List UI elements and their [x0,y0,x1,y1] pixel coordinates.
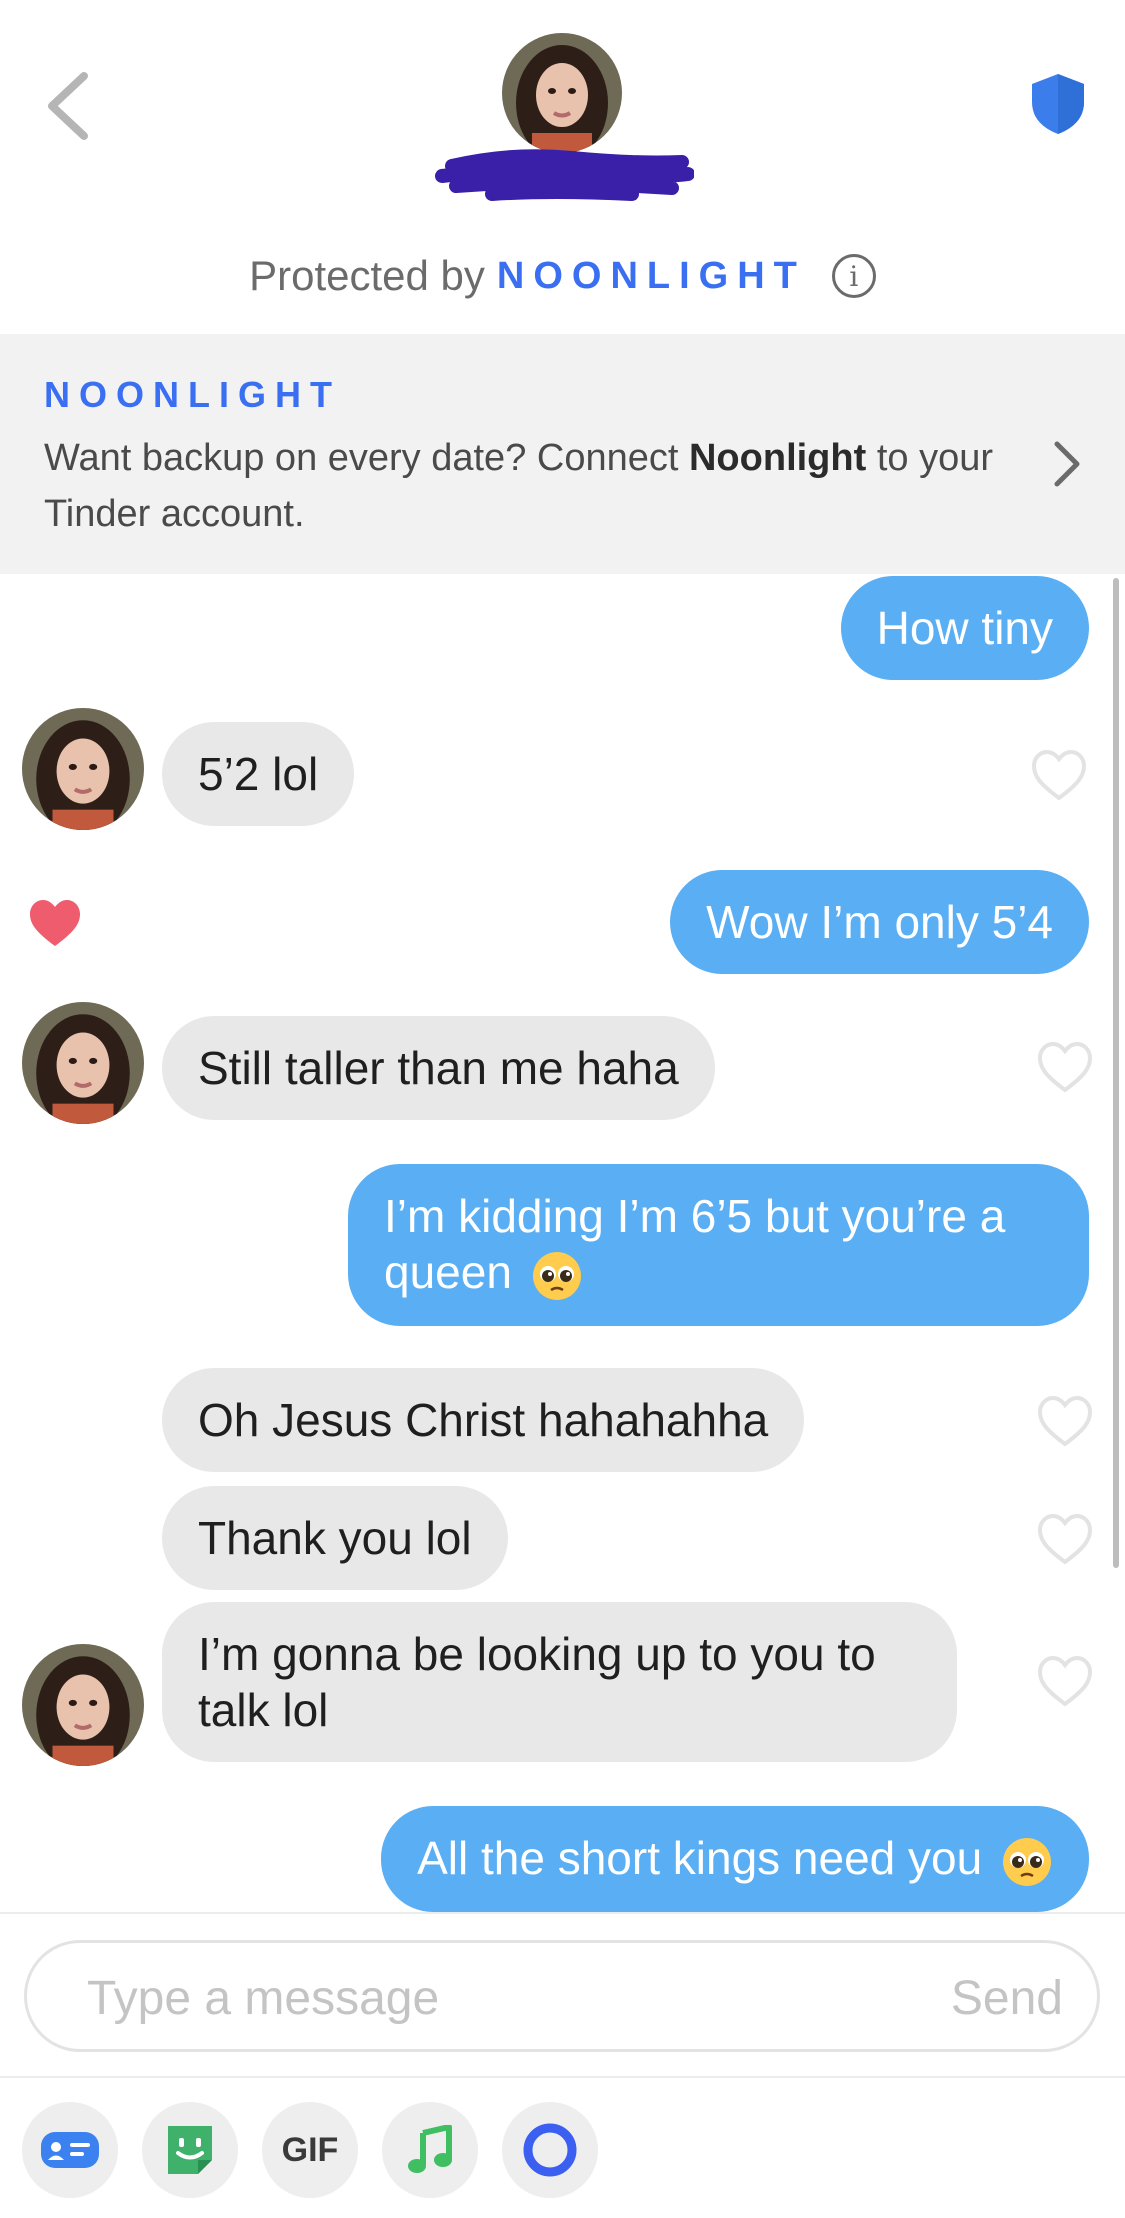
message-bubble-incoming[interactable]: Oh Jesus Christ hahahahha [162,1368,805,1472]
message-list[interactable]: How tiny 5’2 lol Wow I’m only 5’4 Still … [0,574,1125,1912]
composer: Type a message Send [0,1912,1125,2076]
contact-card-button[interactable] [22,2102,118,2198]
loop-button[interactable] [502,2102,598,2198]
banner-text: Want backup on every date? Connect Noonl… [44,430,1004,542]
attachment-toolbar: GIF [0,2076,1125,2218]
banner-text-before: Want backup on every date? Connect [44,437,679,479]
send-button[interactable]: Send [951,1971,1063,2026]
scrollbar[interactable] [1113,578,1119,1568]
shield-icon[interactable] [1028,72,1088,136]
message-bubble-outgoing[interactable]: I’m kidding I’m 6’5 but you’re a queen [348,1164,1089,1326]
contact-card-icon [41,2132,99,2168]
heart-outline-icon[interactable] [1036,1040,1094,1094]
message-text: I’m kidding I’m 6’5 but you’re a queen [384,1190,1006,1298]
message-bubble-outgoing[interactable]: Wow I’m only 5’4 [670,870,1089,974]
chevron-right-icon[interactable] [1047,434,1087,494]
heart-outline-icon[interactable] [1036,1512,1094,1566]
noonlight-banner[interactable]: NOONLIGHT Want backup on every date? Con… [0,334,1125,574]
message-bubble-incoming[interactable]: I’m gonna be looking up to you to talk l… [162,1602,957,1762]
loop-icon [523,2123,577,2177]
noonlight-brand: NOONLIGHT [496,254,806,297]
protected-by-row[interactable]: Protected by NOONLIGHT i [0,252,1125,300]
redacted-name-scribble [435,149,694,201]
protected-by-label: Protected by [249,252,485,299]
music-note-icon [408,2125,452,2173]
heart-outline-icon[interactable] [1030,748,1088,802]
gif-label: GIF [281,2130,339,2169]
info-icon[interactable]: i [831,254,876,298]
message-text: All the short kings need you [417,1832,983,1884]
message-bubble-incoming[interactable]: Thank you lol [162,1486,508,1590]
match-avatar[interactable] [22,1002,144,1124]
match-avatar[interactable] [22,708,144,830]
back-chevron-icon[interactable] [40,70,100,142]
gif-button[interactable]: GIF [262,2102,358,2198]
sticker-icon [168,2126,212,2174]
message-bubble-outgoing[interactable]: How tiny [840,576,1089,680]
message-bubble-incoming[interactable]: Still taller than me haha [162,1016,715,1120]
sticker-button[interactable] [142,2102,238,2198]
message-bubble-outgoing[interactable]: All the short kings need you [381,1806,1089,1912]
heart-outline-icon[interactable] [1036,1654,1094,1708]
message-input-placeholder: Type a message [87,1972,440,2025]
heart-filled-icon[interactable] [26,896,84,950]
music-button[interactable] [382,2102,478,2198]
pleading-face-emoji-icon [532,1251,581,1300]
match-avatar[interactable] [22,1644,144,1766]
pleading-face-emoji-icon [1003,1837,1051,1886]
message-bubble-incoming[interactable]: 5’2 lol [162,722,355,826]
heart-outline-icon[interactable] [1036,1394,1094,1448]
match-avatar[interactable] [502,33,622,153]
chat-header: Protected by NOONLIGHT i [0,0,1125,334]
banner-text-bold: Noonlight [688,437,867,479]
message-input[interactable]: Type a message Send [24,1940,1100,2052]
banner-brand: NOONLIGHT [44,374,341,415]
